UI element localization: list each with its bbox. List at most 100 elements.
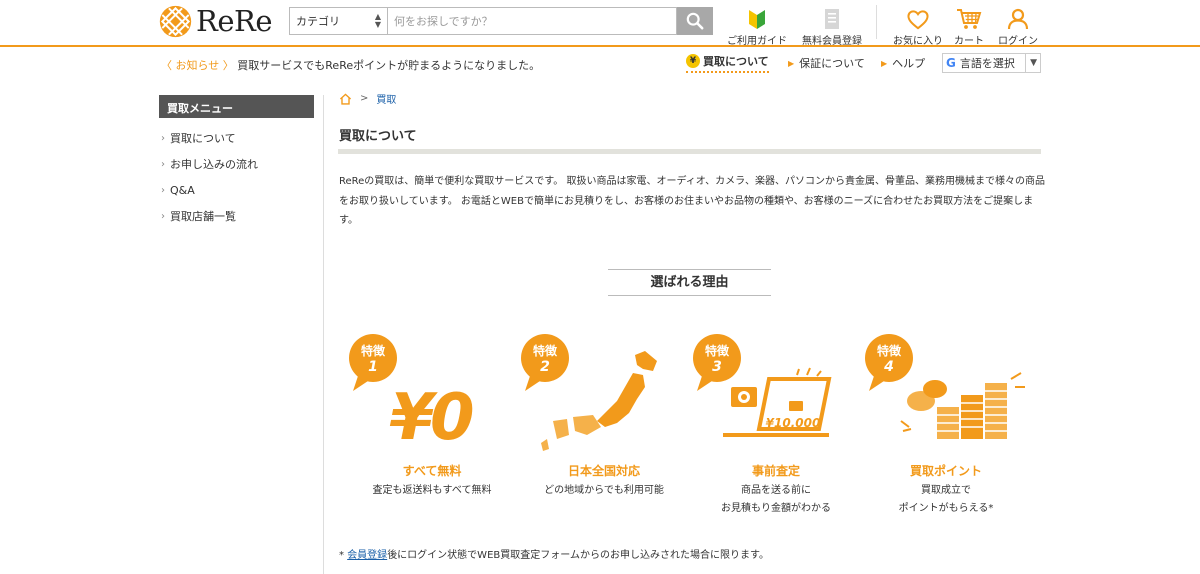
feature-badge-number: 4: [883, 359, 894, 375]
cart-icon: [957, 9, 982, 29]
search-input[interactable]: [387, 7, 677, 35]
sidebar-item-about[interactable]: › 買取について: [159, 125, 314, 151]
feature-desc: どの地域からでも利用可能: [519, 482, 689, 500]
login-link[interactable]: ログイン: [994, 4, 1042, 47]
feature-desc-line: お見積もり金額がわかる: [721, 503, 831, 514]
warranty-label: 保証について: [799, 57, 865, 70]
logo-mark-icon: [159, 5, 192, 37]
sidebar-item-label: Q&A: [170, 183, 195, 197]
heart-icon: [907, 10, 929, 30]
notice-text: 買取サービスでもReReポイントが貯まるようになりました。: [237, 59, 541, 72]
feature-desc-line: 査定も返送料もすべて無料: [372, 485, 492, 496]
title-underline: [338, 149, 1041, 154]
feature-desc: 買取成立で ポイントがもらえる*: [861, 482, 1031, 518]
feature-nationwide-illustration: 特徴 2: [521, 334, 657, 451]
chevron-right-icon: ›: [161, 158, 165, 170]
beginner-leaf-icon: [749, 10, 765, 29]
member-register-link[interactable]: 会員登録: [347, 550, 387, 561]
category-select[interactable]: カテゴリ ▲ ▼: [289, 7, 387, 35]
feature-points-illustration: 特徴 4: [865, 334, 1025, 439]
language-select[interactable]: G 言語を選択 ▼: [942, 53, 1041, 73]
cart-label: カート: [954, 36, 984, 47]
sidebar-item-label: 買取について: [170, 132, 236, 145]
breadcrumb-current[interactable]: 買取: [376, 91, 396, 106]
footnote-prefix: *: [339, 550, 348, 561]
help-link[interactable]: ▶ ヘルプ: [881, 55, 925, 71]
feature-title: 日本全国対応: [567, 464, 640, 478]
chevron-right-icon: ›: [161, 184, 165, 196]
feature-title: すべて無料: [402, 464, 462, 478]
home-icon[interactable]: [339, 92, 352, 105]
register-label: 無料会員登録: [802, 36, 862, 47]
chevron-right-icon: ›: [161, 210, 165, 222]
guide-link[interactable]: ご利用ガイド: [724, 4, 790, 47]
document-icon: [825, 9, 839, 29]
chevron-down-icon: ▼: [1025, 54, 1037, 72]
feature-desc: 査定も返送料もすべて無料: [347, 482, 517, 500]
feature-desc: 商品を送る前に お見積もり金額がわかる: [691, 482, 861, 518]
sidebar-item-flow[interactable]: › お申し込みの流れ: [159, 151, 314, 177]
feature-nationwide: 特徴 2: [517, 331, 687, 453]
footnote-text: 後にログイン状態でWEB買取査定フォームからのお申し込みされた場合に限ります。: [387, 550, 769, 561]
search-icon: [686, 12, 704, 30]
user-icon: [1007, 8, 1029, 30]
feature-desc-line: 買取成立で: [921, 485, 971, 496]
feature-title: 事前査定: [751, 464, 800, 478]
sidebar-title: 買取メニュー: [159, 95, 314, 118]
breadcrumb-separator: >: [360, 93, 369, 104]
feature-pre-appraisal: 特徴 3 ¥10,000: [689, 331, 859, 453]
help-label: ヘルプ: [892, 57, 926, 70]
logo-text: ReRe: [196, 4, 273, 38]
sidebar-item-qa[interactable]: › Q&A: [159, 177, 314, 203]
search-bar: カテゴリ ▲ ▼: [289, 7, 713, 35]
yen-zero-text: ¥0: [389, 381, 473, 453]
feature-pre-appraisal-illustration: 特徴 3 ¥10,000: [693, 334, 832, 437]
feature-title: 買取ポイント: [909, 464, 982, 478]
google-icon: G: [946, 56, 956, 70]
feature-badge-label: 特徴: [705, 343, 730, 358]
chevron-right-icon: ›: [161, 132, 165, 144]
sidebar-item-stores[interactable]: › 買取店舗一覧: [159, 203, 314, 229]
favorites-label: お気に入り: [893, 36, 943, 47]
feature-free: 特徴 1 ¥0: [345, 331, 515, 453]
feature-desc-line: ポイントがもらえる*: [898, 503, 994, 514]
search-button[interactable]: [677, 7, 713, 35]
select-arrows-icon: ▲ ▼: [374, 12, 381, 29]
feature-badge-label: 特徴: [533, 343, 558, 358]
site-logo[interactable]: ReRe: [159, 4, 273, 38]
favorites-link[interactable]: お気に入り: [888, 4, 948, 47]
feature-desc-line: どの地域からでも利用可能: [544, 485, 664, 496]
feature-free-illustration: 特徴 1 ¥0: [349, 334, 477, 453]
sidebar-menu: › 買取について › お申し込みの流れ › Q&A › 買取店舗一覧: [159, 125, 314, 229]
notice-tag: 〈 お知らせ 〉: [161, 59, 234, 72]
cart-link[interactable]: カート: [950, 4, 988, 47]
feature-desc-line: 商品を送る前に: [741, 485, 811, 496]
triangle-right-icon: ▶: [881, 58, 888, 68]
notice-link[interactable]: 〈 お知らせ 〉 買取サービスでもReReポイントが貯まるようになりました。: [161, 57, 540, 73]
breadcrumb: > 買取: [339, 91, 396, 106]
feature-points: 特徴 4: [861, 331, 1031, 453]
kaitori-about-link[interactable]: ¥ 買取について: [686, 53, 769, 73]
page-title: 買取について: [339, 129, 417, 144]
guide-label: ご利用ガイド: [727, 36, 787, 47]
sidebar-item-label: 買取店舗一覧: [170, 210, 236, 223]
header-divider: [876, 5, 877, 39]
language-label: 言語を選択: [959, 57, 1015, 70]
sidebar-divider: [323, 95, 324, 574]
sidebar-item-label: お申し込みの流れ: [170, 158, 258, 171]
triangle-right-icon: ▶: [788, 58, 795, 68]
feature-badge-number: 3: [712, 359, 722, 375]
feature-badge-label: 特徴: [361, 343, 386, 358]
warranty-link[interactable]: ▶ 保証について: [788, 55, 865, 71]
yen-icon: ¥: [686, 54, 700, 68]
footnote: * 会員登録後にログイン状態でWEB買取査定フォームからのお申し込みされた場合に…: [339, 546, 769, 561]
login-label: ログイン: [998, 36, 1038, 47]
kaitori-about-label: 買取について: [703, 55, 769, 68]
feature-badge-number: 1: [368, 359, 378, 375]
coin-stacks-icon: [900, 372, 1025, 439]
laptop-camera-icon: ¥10,000: [723, 367, 832, 437]
site-header: ReRe カテゴリ ▲▼ ご利用ガイド: [0, 0, 1200, 47]
register-link[interactable]: 無料会員登録: [799, 4, 865, 47]
price-display-text: ¥10,000: [766, 416, 821, 430]
category-select-label: カテゴリ: [296, 15, 340, 28]
